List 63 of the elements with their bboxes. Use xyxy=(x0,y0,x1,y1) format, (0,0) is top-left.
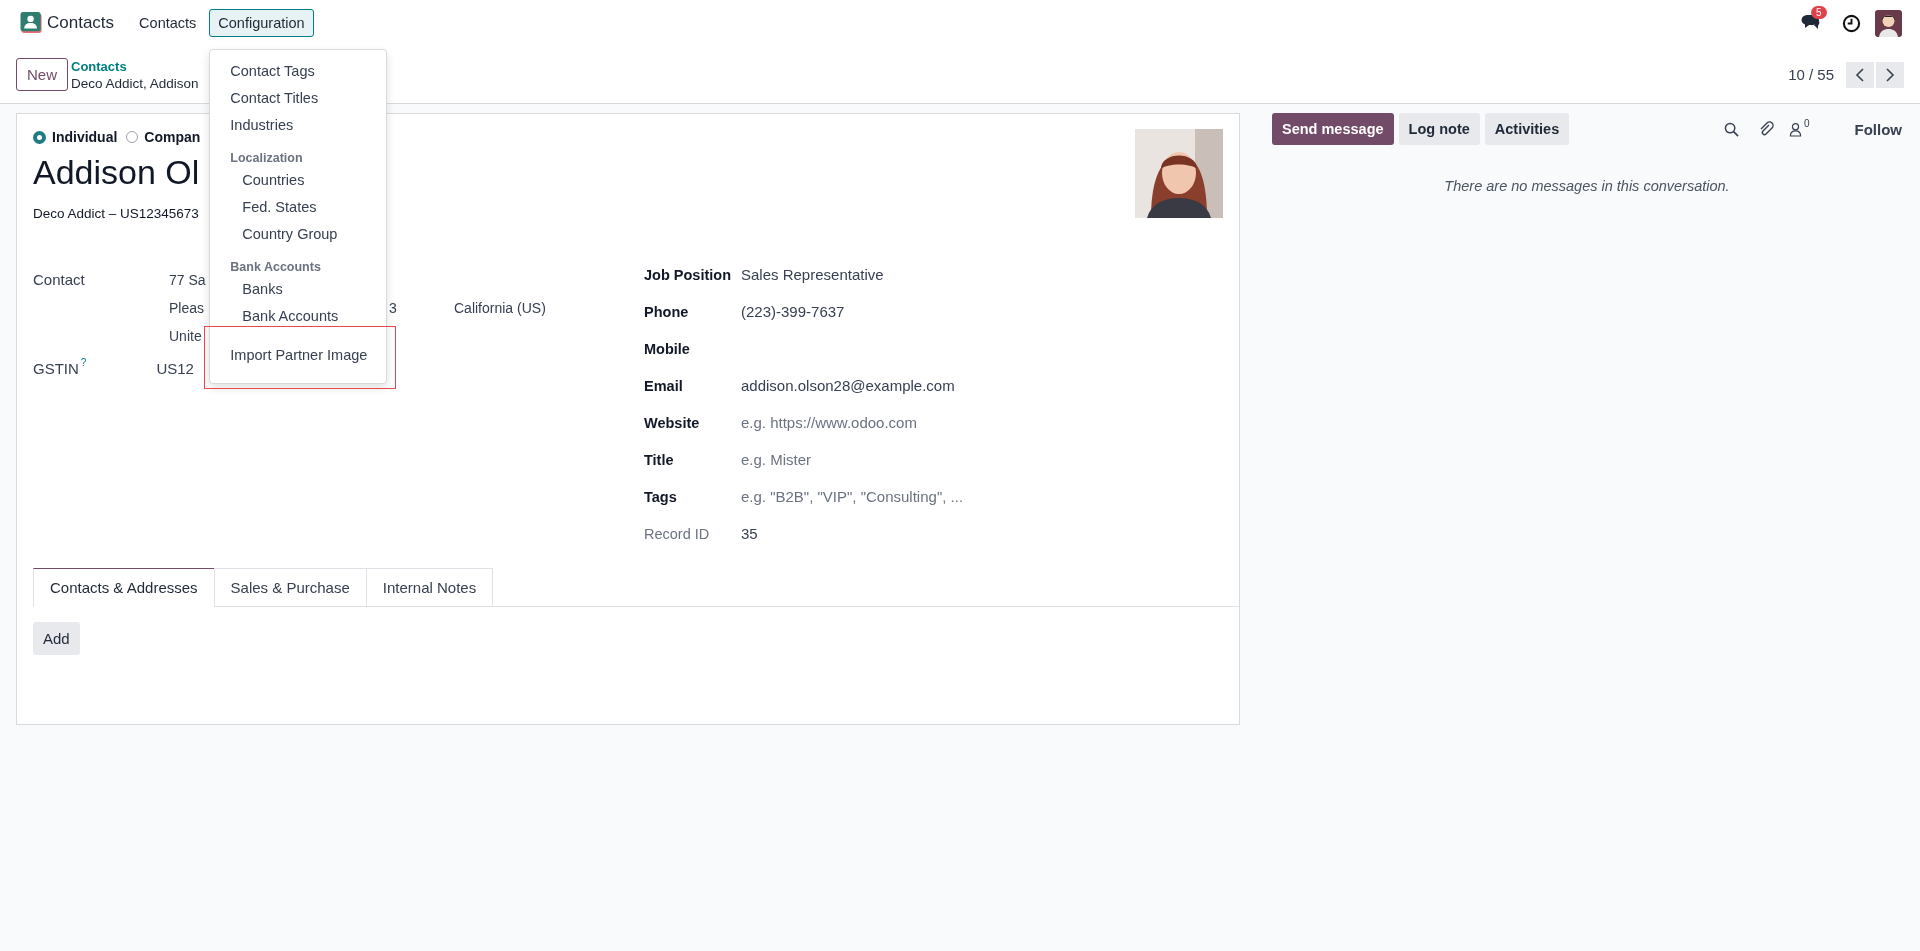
menu-section-header: Bank Accounts xyxy=(229,259,322,276)
field-label: Email xyxy=(644,377,684,394)
notification-badge: 5 xyxy=(1811,6,1827,19)
chevron-right-icon xyxy=(1885,67,1895,82)
field-label: Website xyxy=(644,414,701,431)
app-logo-icon[interactable] xyxy=(20,12,43,34)
next-button[interactable] xyxy=(1876,61,1904,88)
field-label: GSTIN xyxy=(33,359,79,379)
person-icon[interactable] xyxy=(1788,121,1802,137)
chatter-button[interactable]: Send message xyxy=(1272,113,1394,145)
tab[interactable]: Contacts & Addresses xyxy=(33,568,215,607)
menu-item[interactable]: Configuration xyxy=(209,9,314,37)
app-name[interactable]: Contacts xyxy=(47,13,115,33)
new-button[interactable]: New xyxy=(16,58,68,91)
menu-item[interactable]: Countries xyxy=(210,167,387,194)
menu-item[interactable]: Bank Accounts xyxy=(210,303,387,330)
menu-item[interactable]: Banks xyxy=(210,276,387,303)
field-value[interactable]: Sales Representative xyxy=(741,260,884,289)
clock-icon[interactable] xyxy=(1842,13,1861,33)
address-text: 77 Sa xyxy=(169,271,206,290)
previous-button[interactable] xyxy=(1846,61,1874,88)
empty-conversation-message: There are no messages in this conversation. xyxy=(1443,178,1731,194)
contact-name: Addison Ol xyxy=(33,152,201,193)
add-button[interactable]: Add xyxy=(33,622,80,655)
menu-section-header: Localization xyxy=(229,150,304,167)
field-value: 35 xyxy=(741,523,758,544)
tab[interactable]: Internal Notes xyxy=(365,568,494,607)
menu-item[interactable]: Contact Tags xyxy=(210,58,387,85)
menu-item[interactable]: Country Group xyxy=(210,221,387,248)
field-label: Mobile xyxy=(644,340,691,357)
chatter-button[interactable]: Log note xyxy=(1398,113,1480,145)
field-label: Tags xyxy=(644,488,678,505)
address-text: Pleas xyxy=(169,299,205,318)
followers-count: 0 xyxy=(1803,117,1810,129)
field-value[interactable]: (223)-399-7637 xyxy=(741,297,845,326)
menu-item[interactable]: Import Partner Image xyxy=(210,342,387,369)
follow-button[interactable]: Follow xyxy=(1854,120,1902,138)
tab[interactable]: Sales & Purchase xyxy=(213,568,367,607)
field-label: Record ID xyxy=(644,525,711,542)
breadcrumb-link[interactable]: Contacts xyxy=(71,57,199,75)
breadcrumb-current: Deco Addict, Addison xyxy=(71,74,199,92)
field-label: Title xyxy=(644,451,675,468)
address-text: California (US) xyxy=(454,299,546,318)
radio-option[interactable]: Individual xyxy=(33,129,118,145)
pager-text: 10 / 55 xyxy=(1788,66,1834,83)
company-line: Deco Addict – US12345673 xyxy=(33,206,200,221)
search-icon[interactable] xyxy=(1723,121,1739,137)
field-label: Contact xyxy=(33,270,86,290)
menu-item[interactable]: Contact Titles xyxy=(210,85,387,112)
field-label: Job Position xyxy=(644,266,732,283)
menu-item[interactable]: Fed. States xyxy=(210,194,387,221)
field-label: Phone xyxy=(644,303,690,320)
user-avatar-icon[interactable] xyxy=(1875,9,1902,37)
menu-item[interactable]: Contacts xyxy=(130,9,206,37)
field-value[interactable]: addison.olson28@example.com xyxy=(741,371,955,400)
chevron-left-icon xyxy=(1855,67,1865,82)
help-tooltip-mark[interactable]: ? xyxy=(80,357,87,368)
address-text: Unite xyxy=(169,327,202,346)
address-text: 3 xyxy=(389,299,397,318)
field-value: US12 xyxy=(156,359,194,379)
radio-option[interactable]: Compan xyxy=(126,129,201,145)
chatter-button[interactable]: Activities xyxy=(1484,113,1570,145)
menu-item[interactable]: Industries xyxy=(210,112,387,139)
